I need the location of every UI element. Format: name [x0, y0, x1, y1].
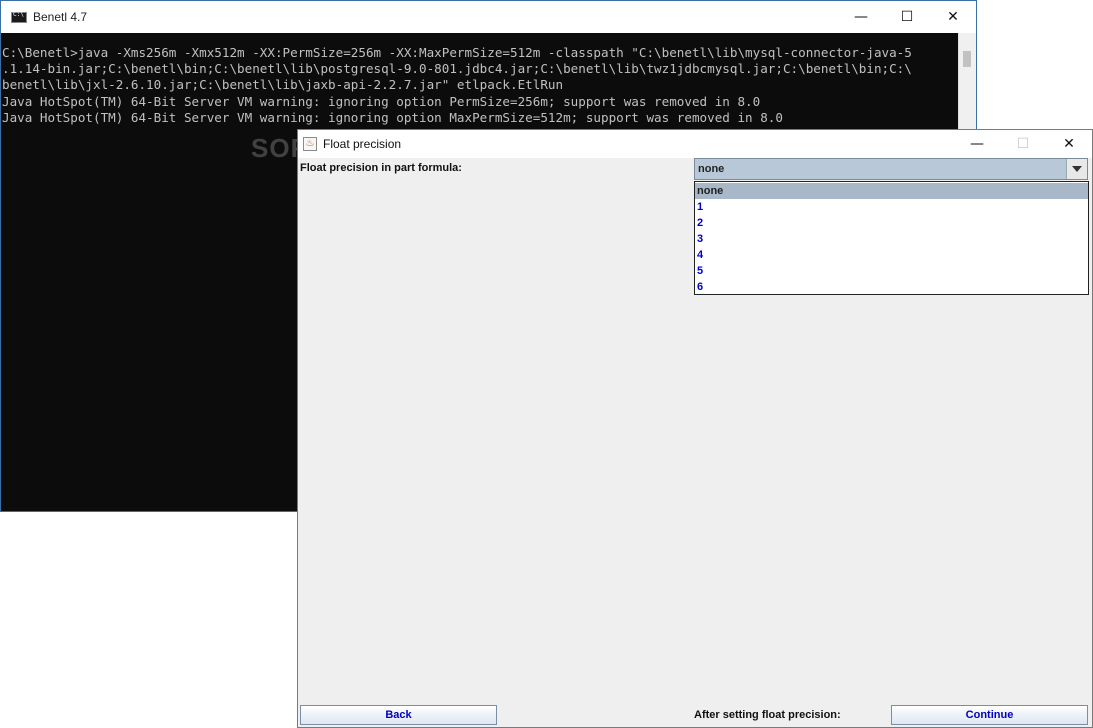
dialog-titlebar[interactable]: ♨ Float precision — ☐ ✕ — [298, 130, 1092, 158]
console-line: Java HotSpot(TM) 64-Bit Server VM warnin… — [2, 93, 761, 109]
console-app-icon — [11, 11, 27, 23]
minimize-icon[interactable]: — — [954, 130, 1000, 158]
chevron-down-icon[interactable] — [1066, 159, 1087, 179]
precision-label: Float precision in part formula: — [300, 162, 462, 174]
dialog-title: Float precision — [323, 137, 402, 151]
console-titlebar[interactable]: Benetl 4.7 — ☐ ✕ — [1, 1, 976, 33]
minimize-icon[interactable]: — — [838, 1, 884, 33]
back-button[interactable]: Back — [300, 705, 497, 725]
console-line: C:\Benetl>java -Xms256m -Xmx512m -XX:Per… — [2, 45, 912, 60]
precision-option-3[interactable]: 3 — [695, 231, 1088, 247]
dialog-window-controls: — ☐ ✕ — [954, 130, 1092, 158]
float-precision-dialog: ♨ Float precision — ☐ ✕ Float precision … — [297, 129, 1093, 728]
maximize-icon[interactable]: ☐ — [884, 1, 930, 33]
console-line: Java HotSpot(TM) 64-Bit Server VM warnin… — [2, 109, 783, 125]
precision-option-1[interactable]: 1 — [695, 199, 1088, 215]
continue-button[interactable]: Continue — [891, 705, 1088, 725]
precision-option-4[interactable]: 4 — [695, 247, 1088, 263]
console-window-controls: — ☐ ✕ — [838, 1, 976, 33]
console-line: benetl\lib\jxl-2.6.10.jar;C:\benetl\lib\… — [2, 77, 564, 93]
after-setting-label: After setting float precision: — [694, 709, 841, 721]
scrollbar-thumb[interactable] — [963, 51, 971, 67]
precision-option-none[interactable]: none — [695, 183, 1088, 199]
java-icon: ♨ — [303, 137, 317, 151]
precision-options-list[interactable]: none 1 2 3 4 5 6 — [694, 181, 1089, 295]
console-text: C:\Benetl>java -Xms256m -Xmx512m -XX:Per… — [1, 33, 959, 126]
precision-dropdown[interactable]: none — [694, 158, 1088, 180]
console-title: Benetl 4.7 — [33, 10, 88, 24]
precision-option-5[interactable]: 5 — [695, 263, 1088, 279]
close-icon[interactable]: ✕ — [1046, 130, 1092, 158]
console-line: .1.14-bin.jar;C:\benetl\bin;C:\benetl\li… — [2, 61, 912, 77]
maximize-icon: ☐ — [1016, 136, 1030, 152]
precision-dropdown-value: none — [698, 163, 725, 175]
precision-option-6[interactable]: 6 — [695, 279, 1088, 295]
precision-option-2[interactable]: 2 — [695, 215, 1088, 231]
close-icon[interactable]: ✕ — [930, 1, 976, 33]
